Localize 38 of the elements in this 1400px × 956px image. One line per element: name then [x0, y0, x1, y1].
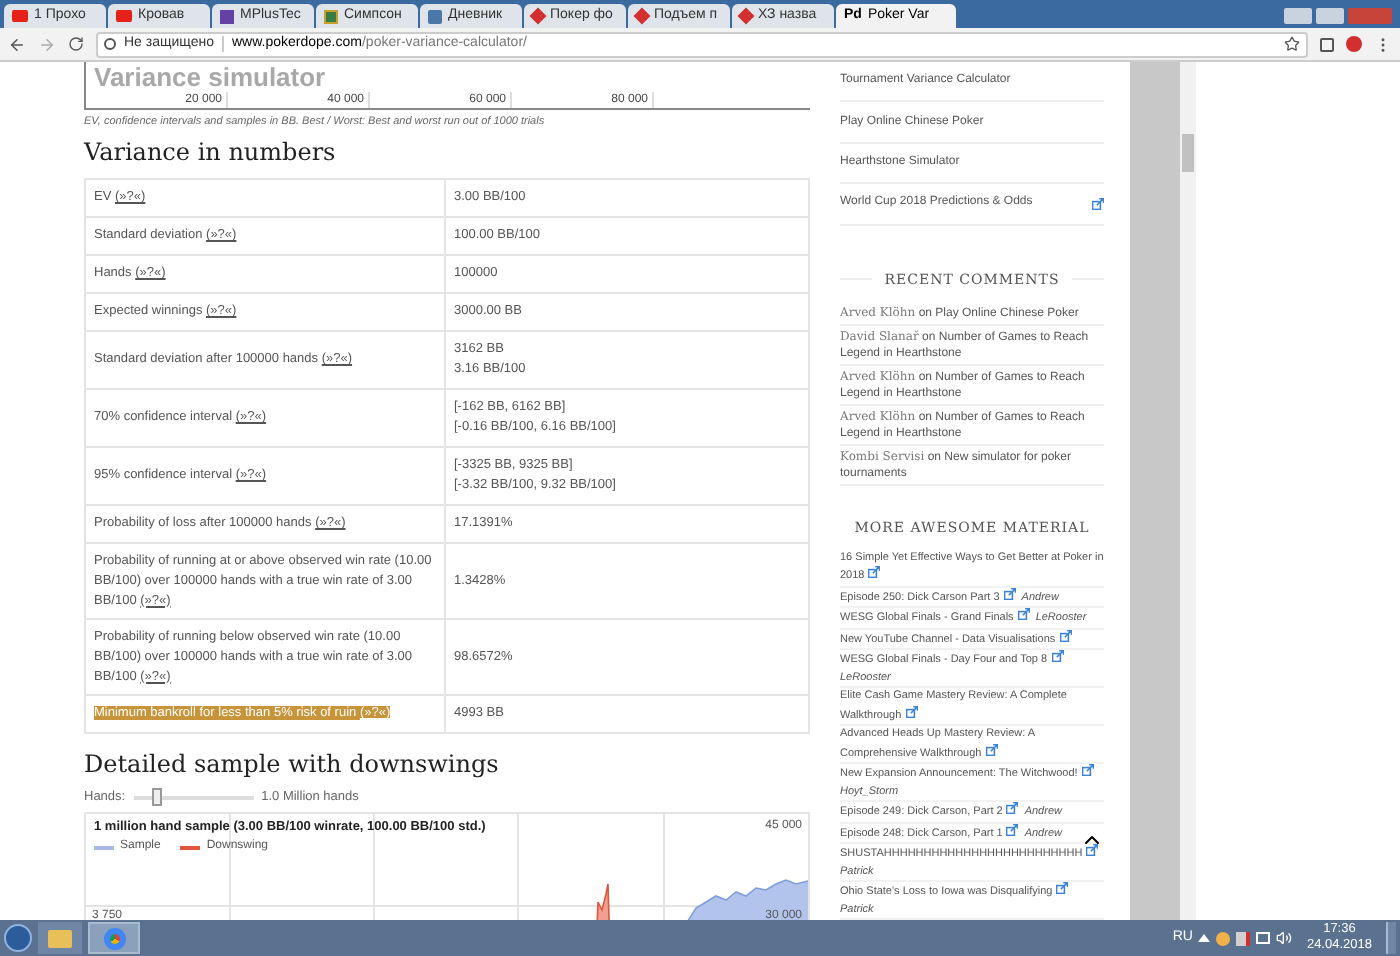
slider-thumb[interactable] — [151, 788, 162, 807]
scrollbar-thumb[interactable] — [1182, 134, 1194, 172]
external-link-icon — [1059, 629, 1072, 641]
social-icon — [428, 9, 442, 23]
external-link-icon — [1081, 764, 1094, 776]
external-link-icon — [1006, 823, 1019, 835]
reload-icon[interactable] — [68, 36, 84, 52]
video-play-icon — [12, 10, 28, 22]
star-icon[interactable] — [1284, 36, 1300, 52]
scrollbar[interactable] — [1180, 62, 1196, 920]
tv-icon — [220, 9, 234, 23]
flag-icon[interactable] — [1256, 932, 1271, 944]
start-button[interactable] — [4, 924, 32, 952]
section-heading: Variance in numbers — [84, 136, 338, 171]
adblock-icon[interactable] — [1346, 36, 1362, 52]
forward-icon[interactable] — [38, 35, 56, 53]
network-icon[interactable] — [1236, 931, 1251, 945]
external-link-icon — [1086, 844, 1099, 856]
image-icon — [324, 9, 338, 23]
external-link-icon — [905, 705, 918, 717]
show-desktop-button[interactable] — [1386, 922, 1396, 954]
external-link-icon — [1056, 882, 1069, 894]
video-play-icon — [116, 10, 132, 22]
external-link-icon — [1051, 650, 1064, 662]
section-heading: Detailed sample with downswings — [84, 748, 501, 783]
external-link-icon — [985, 743, 998, 755]
external-link-icon — [1003, 587, 1016, 599]
info-icon — [104, 38, 116, 50]
back-icon[interactable] — [8, 35, 26, 53]
browser-icon[interactable] — [88, 922, 140, 954]
volume-icon[interactable] — [1276, 930, 1293, 946]
chart-title: Variance simulator — [92, 62, 328, 92]
external-link-icon — [868, 566, 881, 578]
tray-app-icon[interactable] — [1216, 931, 1231, 945]
external-link-icon — [1017, 608, 1030, 620]
external-link-icon — [1006, 802, 1019, 814]
folder-icon[interactable] — [38, 922, 82, 954]
extension-icon[interactable] — [1320, 37, 1334, 51]
